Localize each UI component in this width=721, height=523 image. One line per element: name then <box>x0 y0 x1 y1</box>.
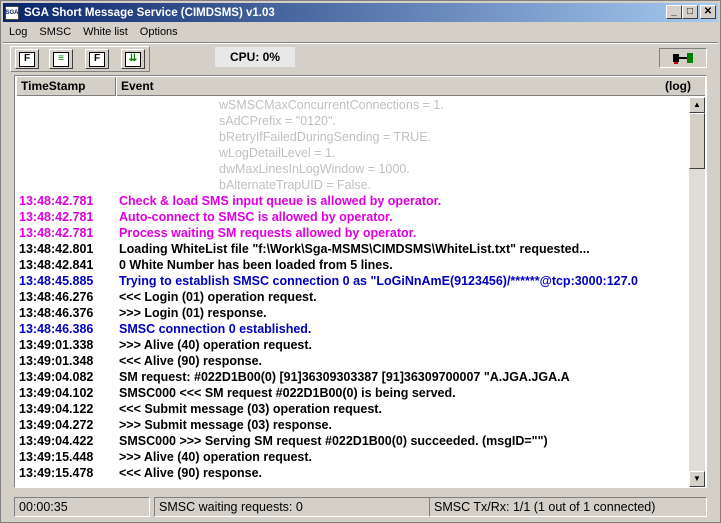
log-event: Trying to establish SMSC connection 0 as… <box>119 274 638 288</box>
log-timestamp: 13:48:46.376 <box>19 306 94 320</box>
log-timestamp: 13:49:04.082 <box>19 370 94 384</box>
flag-icon-2: F <box>89 51 105 67</box>
log-timestamp: 13:49:15.448 <box>19 450 94 464</box>
log-event: SM request: #022D1B00(0) [91]36309303387… <box>119 370 570 384</box>
log-event: >>> Login (01) response. <box>119 306 267 320</box>
menu-bar: Log SMSC White list Options <box>3 23 184 42</box>
log-event: wLogDetailLevel = 1. <box>219 146 336 160</box>
log-event: >>> Submit message (03) response. <box>119 418 332 432</box>
log-event: <<< Login (01) operation request. <box>119 290 317 304</box>
log-event: <<< Alive (90) response. <box>119 466 263 480</box>
toolbar-button-2[interactable]: ≡ <box>49 49 73 69</box>
log-timestamp: 13:48:42.781 <box>19 210 94 224</box>
log-timestamp: 13:49:04.272 <box>19 418 94 432</box>
waiting-requests: SMSC waiting requests: 0 <box>154 497 430 517</box>
log-timestamp: 13:48:42.781 <box>19 226 94 240</box>
log-event: SMSC000 >>> Serving SM request #022D1B00… <box>119 434 548 448</box>
window-title: SGA Short Message Service (CIMDSMS) v1.0… <box>24 6 275 19</box>
traffic-light-icon: ≡ <box>53 51 69 67</box>
log-timestamp: 13:49:15.478 <box>19 466 94 480</box>
minimize-button[interactable]: _ <box>666 5 682 19</box>
connection-status-icon <box>659 48 707 68</box>
tx-rx-status: SMSC Tx/Rx: 1/1 (1 out of 1 connected) <box>429 497 707 517</box>
log-timestamp: 13:48:42.781 <box>19 194 94 208</box>
log-event: bAlternateTrapUID = False. <box>219 178 372 192</box>
vertical-scrollbar[interactable]: ▲ ▼ <box>689 97 705 487</box>
toolbar: F ≡ F ⇊ <box>10 46 150 72</box>
log-event: SMSC000 <<< SM request #022D1B00(0) is b… <box>119 386 456 400</box>
scroll-thumb[interactable] <box>689 113 705 169</box>
menu-log[interactable]: Log <box>3 23 33 42</box>
main-window: SGA SGA Short Message Service (CIMDSMS) … <box>0 0 721 523</box>
toolbar-button-3[interactable]: F <box>85 49 109 69</box>
log-timestamp: 13:49:01.338 <box>19 338 94 352</box>
log-event: >>> Alive (40) operation request. <box>119 338 313 352</box>
maximize-button[interactable]: □ <box>682 5 698 19</box>
log-timestamp: 13:48:46.276 <box>19 290 94 304</box>
flag-icon: F <box>19 51 35 67</box>
toolbar-button-4[interactable]: ⇊ <box>121 49 145 69</box>
log-event: >>> Alive (40) operation request. <box>119 450 313 464</box>
log-event: <<< Alive (90) response. <box>119 354 263 368</box>
auto-icon: ⇊ <box>125 51 141 67</box>
log-timestamp: 13:48:46.386 <box>19 322 94 336</box>
scroll-up-arrow-icon[interactable]: ▲ <box>689 97 705 113</box>
menu-options[interactable]: Options <box>134 23 184 42</box>
cpu-indicator: CPU: 0% <box>215 47 295 67</box>
event-column-header[interactable]: Event <box>116 77 705 96</box>
log-event: <<< Submit message (03) operation reques… <box>119 402 382 416</box>
status-bar: 00:00:35 SMSC waiting requests: 0 SMSC T… <box>1 493 721 517</box>
log-timestamp: 13:48:42.841 <box>19 258 94 272</box>
log-timestamp: 13:48:42.801 <box>19 242 94 256</box>
log-list[interactable]: TimeStamp Event (log) wSMSCMaxConcurrent… <box>14 75 707 488</box>
menu-white-list[interactable]: White list <box>77 23 134 42</box>
elapsed-time: 00:00:35 <box>14 497 150 517</box>
log-event: Process waiting SM requests allowed by o… <box>119 226 417 240</box>
close-button[interactable]: ✕ <box>700 5 716 19</box>
log-label: (log) <box>665 79 691 93</box>
log-header: TimeStamp Event (log) <box>16 77 705 96</box>
menu-smsc[interactable]: SMSC <box>33 23 77 42</box>
log-body: wSMSCMaxConcurrentConnections = 1. sAdCPr… <box>16 97 689 487</box>
log-event: 0 White Number has been loaded from 5 li… <box>119 258 393 272</box>
log-event: Check & load SMS input queue is allowed … <box>119 194 442 208</box>
log-timestamp: 13:49:04.122 <box>19 402 94 416</box>
log-event: sAdCPrefix = "0120". <box>219 114 336 128</box>
log-timestamp: 13:49:04.422 <box>19 434 94 448</box>
log-event: bRetryIfFailedDuringSending = TRUE. <box>219 130 432 144</box>
log-event: Loading WhiteList file "f:\Work\Sga-MSMS… <box>119 242 590 256</box>
app-icon: SGA <box>5 5 19 20</box>
log-timestamp: 13:49:01.348 <box>19 354 94 368</box>
timestamp-column-header[interactable]: TimeStamp <box>16 77 116 96</box>
toolbar-separator <box>3 42 718 44</box>
log-timestamp: 13:48:45.885 <box>19 274 94 288</box>
log-timestamp: 13:49:04.102 <box>19 386 94 400</box>
log-event: wSMSCMaxConcurrentConnections = 1. <box>219 98 444 112</box>
toolbar-button-1[interactable]: F <box>15 49 39 69</box>
log-event: Auto-connect to SMSC is allowed by opera… <box>119 210 393 224</box>
title-bar[interactable]: SGA SGA Short Message Service (CIMDSMS) … <box>3 3 718 22</box>
log-event: dwMaxLinesInLogWindow = 1000. <box>219 162 410 176</box>
scroll-down-arrow-icon[interactable]: ▼ <box>689 471 705 487</box>
log-event: SMSC connection 0 established. <box>119 322 312 336</box>
